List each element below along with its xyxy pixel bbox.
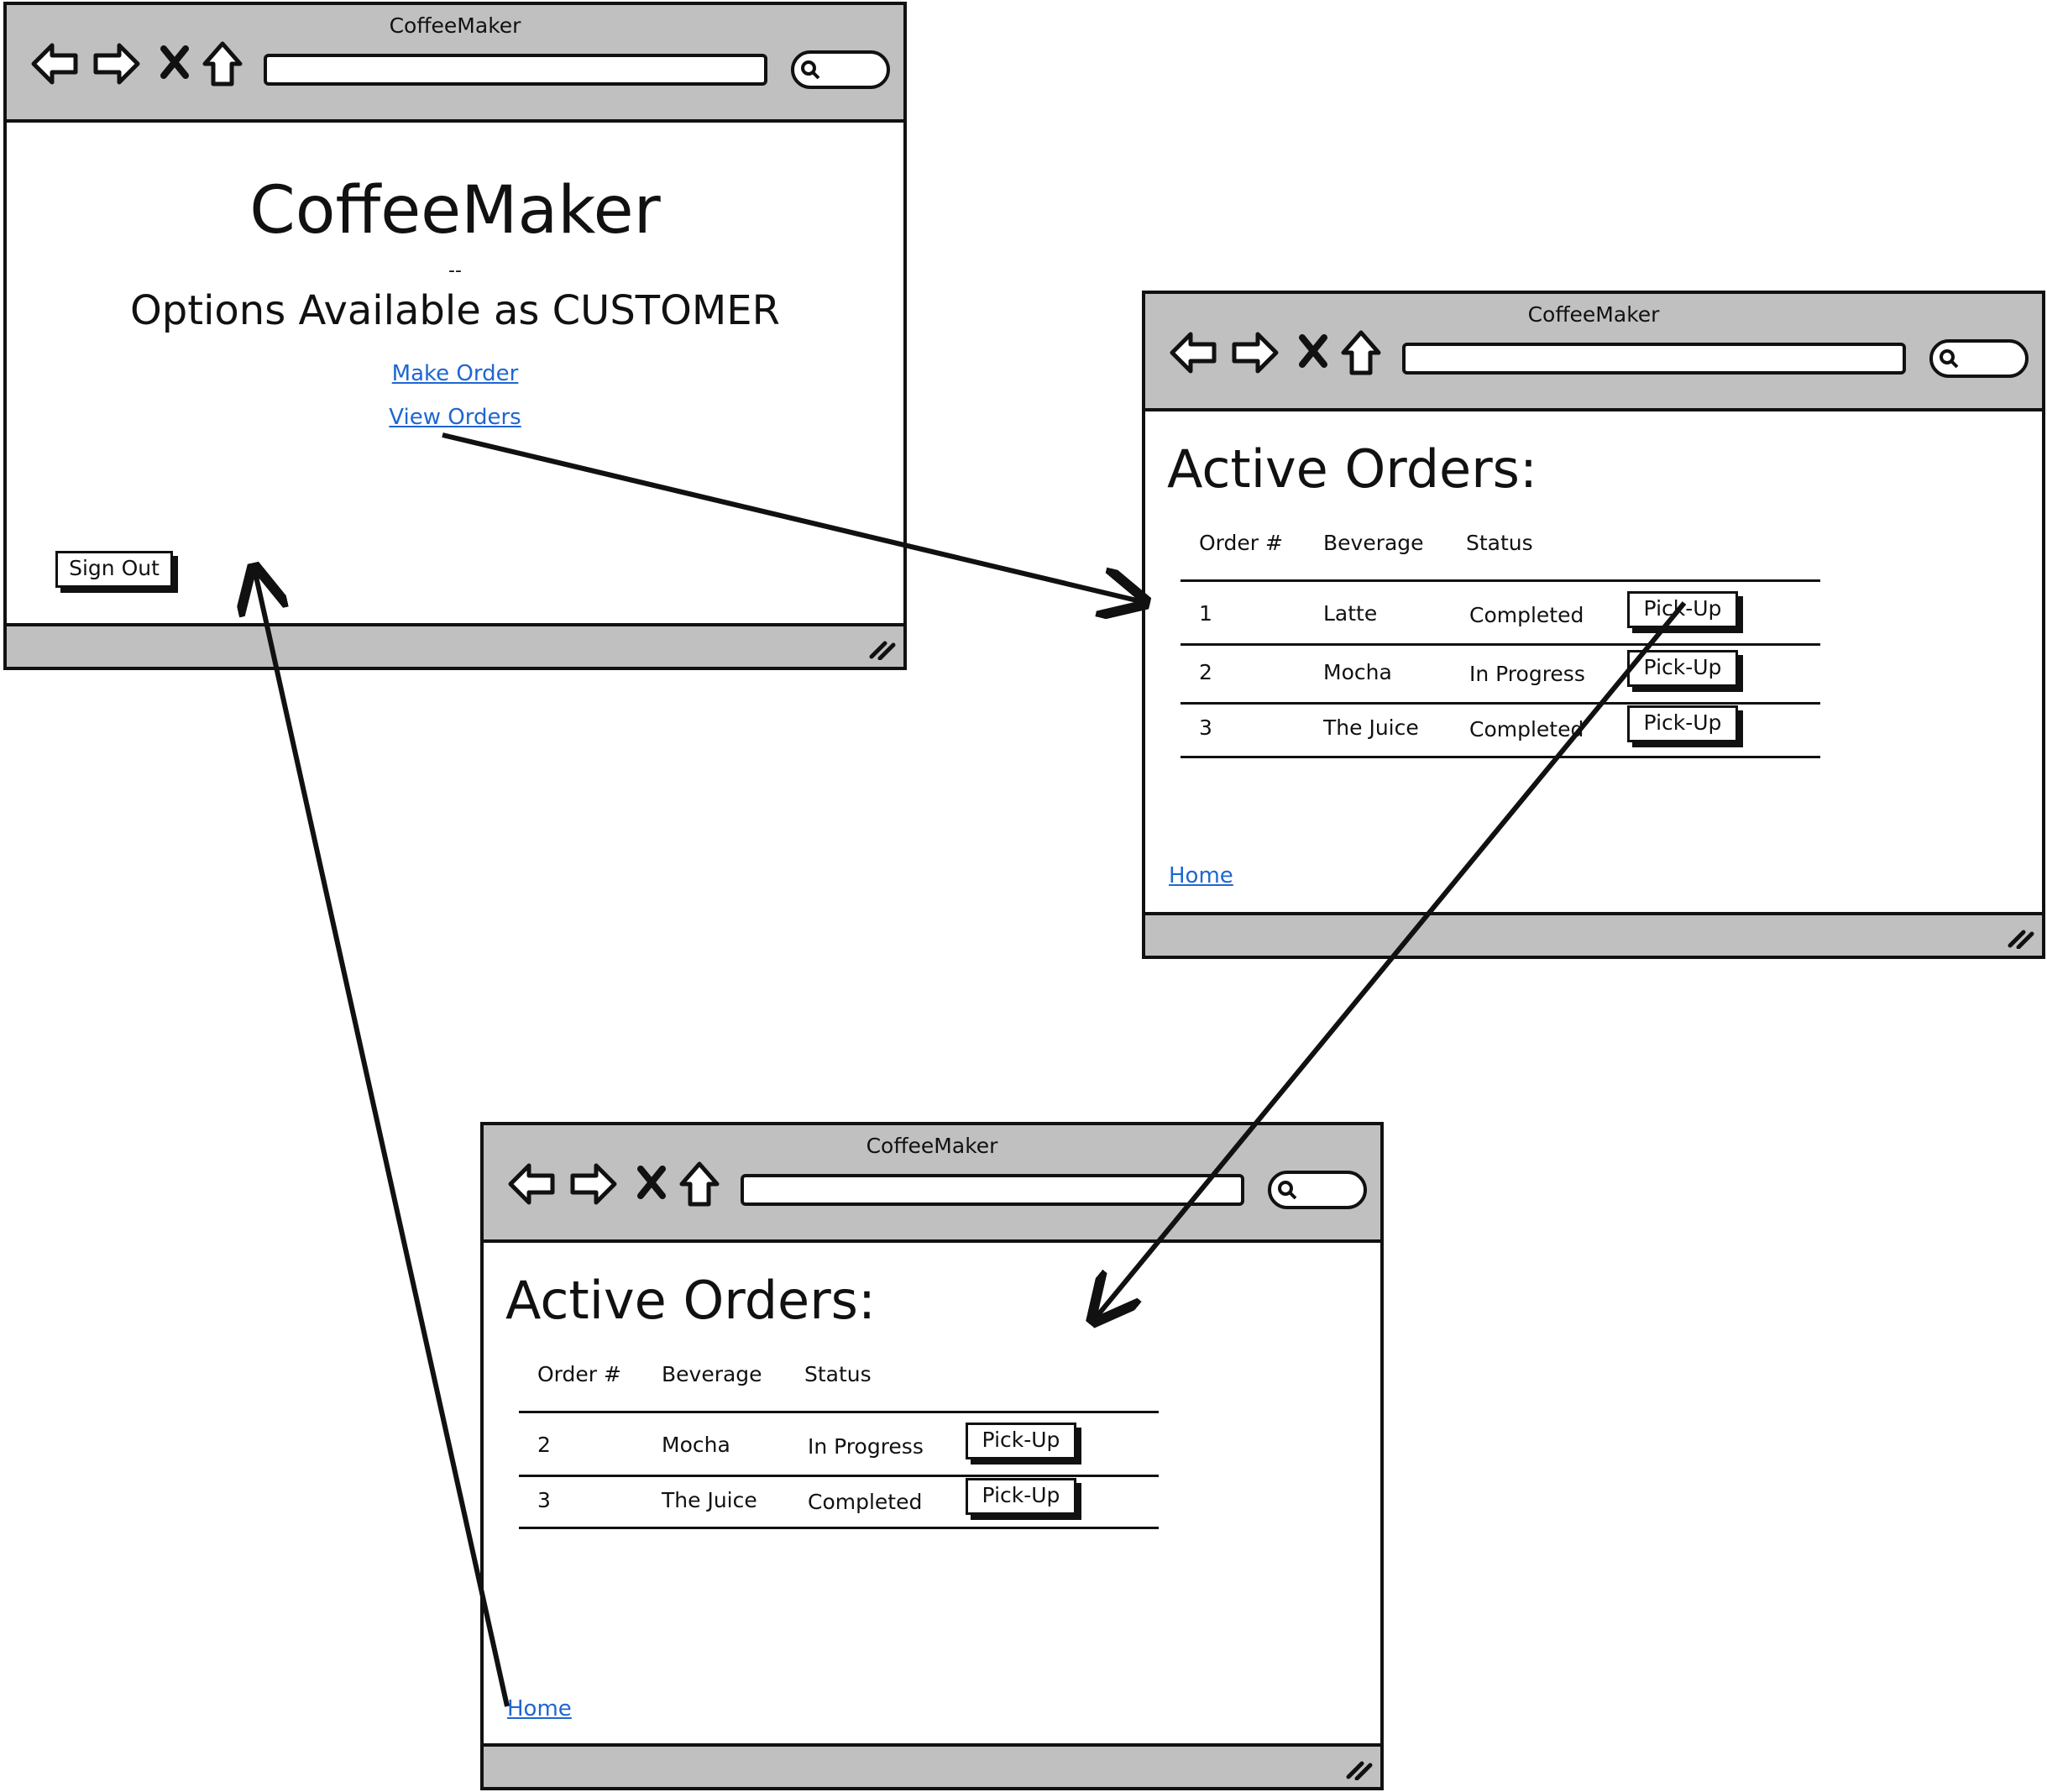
close-x-icon[interactable] <box>160 45 190 79</box>
forward-arrow-icon[interactable] <box>91 40 141 87</box>
window-active-orders-1: CoffeeMaker Active Orders: Order # Bever… <box>1142 291 2045 959</box>
address-bar[interactable] <box>264 54 767 86</box>
window-active-orders-2: CoffeeMaker Active Orders: Order # Bever… <box>480 1122 1384 1790</box>
browser-toolbar: CoffeeMaker <box>1145 294 2042 411</box>
search-icon <box>1940 349 1959 369</box>
browser-toolbar: CoffeeMaker <box>7 5 903 123</box>
status-bar <box>1145 912 2042 956</box>
home-link[interactable]: Home <box>1169 863 1233 888</box>
status-bar <box>7 623 903 667</box>
column-header-order: Order # <box>1199 531 1283 555</box>
page-subtitle: Options Available as CUSTOMER <box>130 287 780 334</box>
home-link[interactable]: Home <box>507 1696 572 1721</box>
resize-grip-icon[interactable] <box>866 635 897 660</box>
order-status: In Progress <box>1469 662 1585 686</box>
table-divider <box>519 1475 1159 1477</box>
browser-toolbar: CoffeeMaker <box>484 1125 1380 1243</box>
arrow-home-to-home-screen <box>255 573 510 1707</box>
beverage-name: Mocha <box>1323 660 1392 684</box>
search-box[interactable] <box>1929 339 2029 378</box>
close-x-icon[interactable] <box>1298 334 1328 368</box>
table-divider <box>519 1411 1159 1413</box>
resize-grip-icon[interactable] <box>1343 1755 1374 1780</box>
home-icon[interactable] <box>678 1161 720 1208</box>
status-bar <box>484 1743 1380 1787</box>
column-header-status: Status <box>804 1362 872 1386</box>
pick-up-button[interactable]: Pick-Up <box>1627 705 1738 742</box>
search-box[interactable] <box>791 50 890 89</box>
order-number: 2 <box>537 1433 551 1457</box>
home-icon[interactable] <box>1340 329 1382 376</box>
order-status: Completed <box>1469 717 1584 741</box>
window-home: CoffeeMaker CoffeeMaker -- Options Avail… <box>3 2 907 670</box>
forward-arrow-icon[interactable] <box>568 1161 618 1208</box>
search-icon <box>801 60 820 80</box>
pick-up-button[interactable]: Pick-Up <box>966 1478 1076 1515</box>
order-number: 1 <box>1199 601 1212 626</box>
resize-grip-icon[interactable] <box>2005 924 2035 949</box>
beverage-name: Mocha <box>662 1433 730 1457</box>
column-header-status: Status <box>1466 531 1533 555</box>
separator: -- <box>448 260 462 281</box>
back-arrow-icon[interactable] <box>30 40 81 87</box>
table-divider <box>1181 643 1820 646</box>
page-title: Active Orders: <box>505 1270 876 1331</box>
page-title: Active Orders: <box>1167 438 1537 500</box>
table-divider <box>1181 756 1820 758</box>
search-box[interactable] <box>1268 1171 1367 1209</box>
back-arrow-icon[interactable] <box>1169 329 1219 376</box>
view-orders-link[interactable]: View Orders <box>389 405 521 430</box>
pick-up-button[interactable]: Pick-Up <box>1627 650 1738 687</box>
back-arrow-icon[interactable] <box>507 1161 558 1208</box>
search-icon <box>1278 1181 1297 1200</box>
table-divider <box>1181 702 1820 705</box>
beverage-name: The Juice <box>662 1488 757 1512</box>
order-number: 2 <box>1199 660 1212 684</box>
order-number: 3 <box>537 1488 551 1512</box>
window-title: CoffeeMaker <box>1527 302 1660 327</box>
window-title: CoffeeMaker <box>866 1134 998 1158</box>
order-status: Completed <box>808 1490 923 1514</box>
column-header-order: Order # <box>537 1362 621 1386</box>
home-icon[interactable] <box>202 40 243 87</box>
app-title: CoffeeMaker <box>249 173 661 249</box>
forward-arrow-icon[interactable] <box>1229 329 1280 376</box>
table-divider <box>519 1527 1159 1529</box>
make-order-link[interactable]: Make Order <box>392 361 519 386</box>
order-status: Completed <box>1469 603 1584 627</box>
column-header-beverage: Beverage <box>1323 531 1424 555</box>
pick-up-button[interactable]: Pick-Up <box>1627 591 1738 628</box>
window-title: CoffeeMaker <box>389 13 521 38</box>
pick-up-button[interactable]: Pick-Up <box>966 1423 1076 1459</box>
address-bar[interactable] <box>741 1174 1244 1206</box>
column-header-beverage: Beverage <box>662 1362 762 1386</box>
order-status: In Progress <box>808 1434 924 1459</box>
address-bar[interactable] <box>1402 343 1906 375</box>
close-x-icon[interactable] <box>636 1166 667 1199</box>
table-divider <box>1181 579 1820 582</box>
order-number: 3 <box>1199 715 1212 740</box>
sign-out-button[interactable]: Sign Out <box>55 551 173 588</box>
beverage-name: The Juice <box>1323 715 1419 740</box>
beverage-name: Latte <box>1323 601 1378 626</box>
